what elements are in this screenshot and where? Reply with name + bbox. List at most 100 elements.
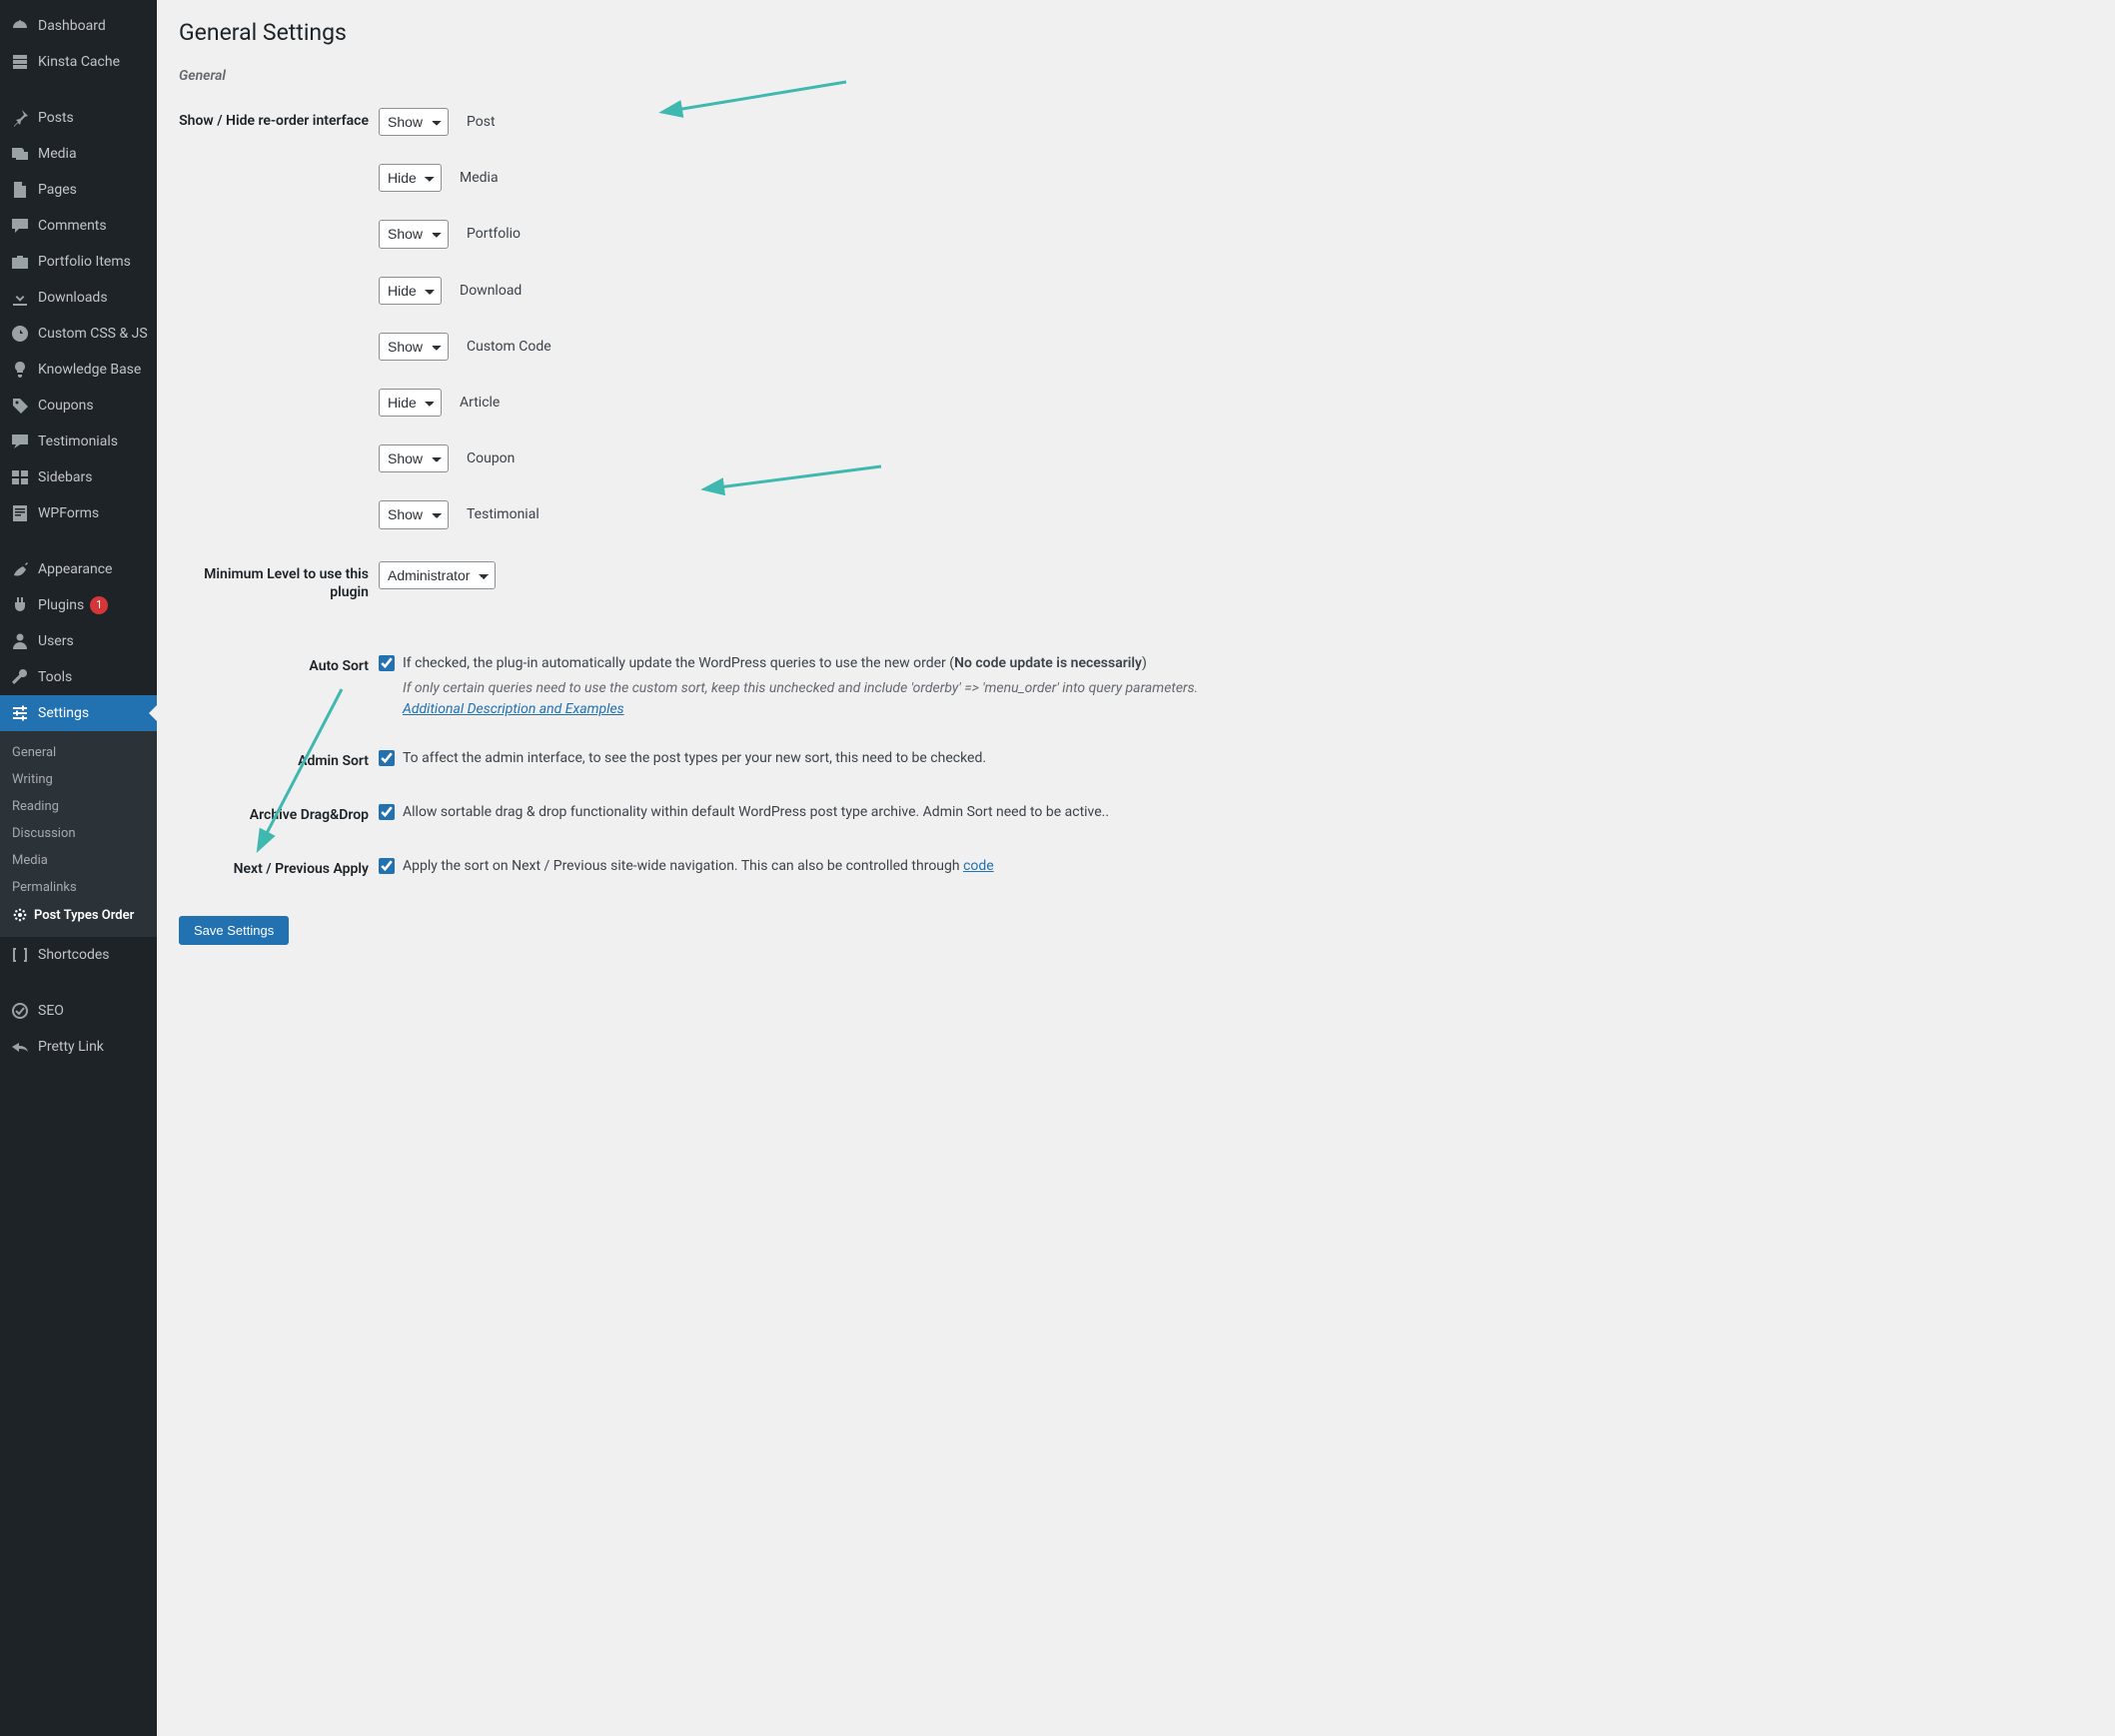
sidebar-item-label: Appearance	[38, 561, 112, 577]
save-settings-button[interactable]: Save Settings	[179, 916, 289, 945]
min-level-label: Minimum Level to use this plugin	[179, 547, 379, 619]
sidebar-item-appearance[interactable]: Appearance	[0, 551, 157, 587]
sidebars-icon	[10, 467, 30, 487]
posttype-select-media[interactable]: Hide	[379, 164, 442, 192]
sidebar-item-coupons[interactable]: Coupons	[0, 388, 157, 424]
posttype-select-portfolio[interactable]: Show	[379, 220, 449, 248]
submenu-item-post-types-order[interactable]: Post Types Order	[0, 901, 157, 929]
sidebar-item-label: SEO	[38, 1003, 64, 1019]
autosort-desc-pre: If checked, the plug-in automatically up…	[403, 655, 954, 671]
nextprev-code-link[interactable]: code	[963, 858, 994, 874]
sidebar-item-label: Posts	[38, 110, 74, 126]
code-icon	[10, 324, 30, 344]
submenu-item-label: Discussion	[12, 826, 76, 841]
nextprev-desc-pre: Apply the sort on Next / Previous site-w…	[403, 858, 963, 874]
prettylink-icon	[10, 1037, 30, 1057]
posttype-select-coupon[interactable]: Show	[379, 444, 449, 472]
sidebar-item-kinsta-cache[interactable]: Kinsta Cache	[0, 44, 157, 80]
sidebar-item-downloads[interactable]: Downloads	[0, 280, 157, 316]
users-icon	[10, 631, 30, 651]
autosort-hint-link[interactable]: Additional Description and Examples	[403, 701, 624, 717]
submenu-item-label: Media	[12, 853, 48, 868]
submenu-item-label: Writing	[12, 772, 53, 787]
posttype-select-testimonial[interactable]: Show	[379, 500, 449, 528]
sidebar-item-seo[interactable]: SEO	[0, 993, 157, 1029]
posttype-select-article[interactable]: Hide	[379, 389, 442, 417]
posttype-select-custom-code[interactable]: Show	[379, 333, 449, 361]
autosort-hint: If only certain queries need to use the …	[403, 680, 1198, 696]
sidebar-item-posts[interactable]: Posts	[0, 100, 157, 136]
posttype-select-post[interactable]: Show	[379, 108, 449, 136]
sidebar-item-plugins[interactable]: Plugins1	[0, 587, 157, 623]
sidebar-item-label: Custom CSS & JS	[38, 326, 148, 342]
submenu-item-general[interactable]: General	[0, 739, 157, 766]
sidebar-item-label: Shortcodes	[38, 947, 110, 963]
testimonial-icon	[10, 432, 30, 451]
submenu-item-label: Permalinks	[12, 880, 77, 895]
posttype-row-download: Hide Download	[379, 277, 2083, 305]
sidebar-item-label: Tools	[38, 669, 72, 685]
posttype-label: Media	[460, 170, 499, 186]
shortcodes-icon	[10, 945, 30, 965]
plugin-icon	[10, 595, 30, 615]
sidebar-item-label: Dashboard	[38, 18, 106, 34]
min-level-select[interactable]: Administrator	[379, 561, 496, 589]
sidebar-item-settings[interactable]: Settings	[0, 695, 157, 731]
adminsort-checkbox[interactable]	[379, 750, 395, 766]
sidebar-item-label: Coupons	[38, 398, 94, 414]
archivednd-desc: Allow sortable drag & drop functionality…	[403, 802, 1109, 823]
submenu-item-discussion[interactable]: Discussion	[0, 820, 157, 847]
pto-icon	[12, 907, 28, 923]
sidebar-item-users[interactable]: Users	[0, 623, 157, 659]
adminsort-label: Admin Sort	[179, 734, 379, 788]
sidebar-item-label: Media	[38, 146, 77, 162]
sidebar-item-label: Users	[38, 633, 74, 649]
download-icon	[10, 288, 30, 308]
sidebar-item-label: Sidebars	[38, 469, 92, 485]
sidebar-item-custom-css-js[interactable]: Custom CSS & JS	[0, 316, 157, 352]
posttype-row-testimonial: ShowTestimonial	[379, 500, 2083, 528]
autosort-checkbox[interactable]	[379, 655, 395, 671]
submenu-item-media[interactable]: Media	[0, 847, 157, 874]
sidebar-item-pages[interactable]: Pages	[0, 172, 157, 208]
settings-icon	[10, 703, 30, 723]
settings-content: General Settings General Show / Hide re-…	[157, 0, 2115, 1736]
posttype-label: Download	[460, 283, 522, 299]
sidebar-item-shortcodes[interactable]: Shortcodes	[0, 937, 157, 973]
posttype-row-post: ShowPost	[379, 108, 2083, 136]
sidebar-item-pretty-link[interactable]: Pretty Link	[0, 1029, 157, 1065]
tools-icon	[10, 667, 30, 687]
tag-icon	[10, 396, 30, 416]
sidebar-item-comments[interactable]: Comments	[0, 208, 157, 244]
sidebar-item-portfolio-items[interactable]: Portfolio Items	[0, 244, 157, 280]
sidebar-item-knowledge-base[interactable]: Knowledge Base	[0, 352, 157, 388]
posttype-row-custom-code: ShowCustom Code	[379, 333, 2083, 361]
admin-sidebar: Dashboard Kinsta Cache Posts Media Pages Comm…	[0, 0, 157, 1736]
reorder-label: Show / Hide re-order interface	[179, 94, 379, 543]
portfolio-icon	[10, 252, 30, 272]
section-title: General	[179, 68, 2093, 84]
submenu-item-label: Post Types Order	[34, 908, 134, 923]
posttype-label: Portfolio	[467, 226, 521, 242]
submenu-item-writing[interactable]: Writing	[0, 766, 157, 793]
sidebar-item-sidebars[interactable]: Sidebars	[0, 459, 157, 495]
sidebar-item-label: Settings	[38, 705, 89, 721]
autosort-desc-bold: No code update is necessarily	[954, 655, 1142, 671]
nextprev-checkbox[interactable]	[379, 858, 395, 874]
posttype-select-download[interactable]: Hide	[379, 277, 442, 305]
submenu-item-permalinks[interactable]: Permalinks	[0, 874, 157, 901]
sidebar-item-testimonials[interactable]: Testimonials	[0, 424, 157, 459]
appearance-icon	[10, 559, 30, 579]
sidebar-item-media[interactable]: Media	[0, 136, 157, 172]
sidebar-item-label: Kinsta Cache	[38, 54, 120, 70]
update-badge: 1	[90, 596, 108, 614]
sidebar-item-label: Pages	[38, 182, 77, 198]
autosort-label: Auto Sort	[179, 639, 379, 734]
sidebar-item-label: Portfolio Items	[38, 254, 131, 270]
sidebar-item-wpforms[interactable]: WPForms	[0, 495, 157, 531]
sidebar-item-dashboard[interactable]: Dashboard	[0, 8, 157, 44]
archivednd-checkbox[interactable]	[379, 804, 395, 820]
sidebar-item-label: Testimonials	[38, 434, 118, 449]
sidebar-item-tools[interactable]: Tools	[0, 659, 157, 695]
submenu-item-reading[interactable]: Reading	[0, 793, 157, 820]
